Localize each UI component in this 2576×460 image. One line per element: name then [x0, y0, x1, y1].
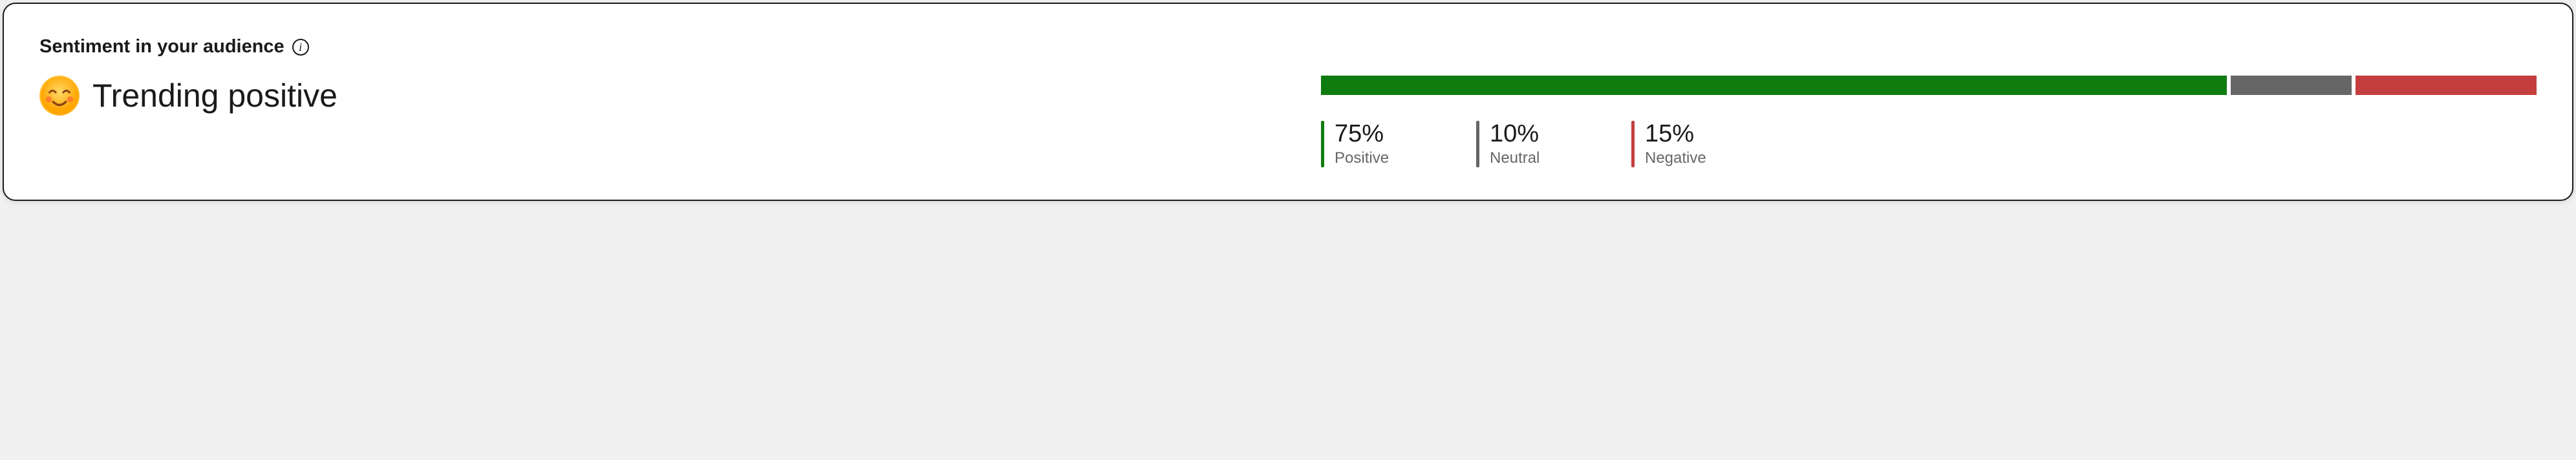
sentiment-card: Sentiment in your audience: [3, 3, 2573, 201]
legend-label-negative: Negative: [1645, 149, 1706, 167]
trend-summary: Trending positive: [39, 76, 338, 116]
bar-segment-positive: [1321, 76, 2227, 95]
bar-segment-neutral: [2231, 76, 2352, 95]
legend-bar-neutral: [1476, 121, 1479, 167]
legend-item-positive: 75% Positive: [1321, 121, 1431, 167]
legend-label-positive: Positive: [1335, 149, 1389, 167]
bar-segment-negative: [2356, 76, 2537, 95]
trend-text: Trending positive: [92, 77, 338, 114]
legend-label-neutral: Neutral: [1490, 149, 1540, 167]
legend-value-positive: 75%: [1335, 121, 1389, 148]
info-icon[interactable]: [292, 39, 309, 56]
sentiment-legend: 75% Positive 10% Neutral 15% Negative: [1321, 121, 2537, 167]
card-header: Sentiment in your audience: [39, 36, 2537, 58]
sentiment-bar: [1321, 76, 2537, 95]
card-title: Sentiment in your audience: [39, 36, 284, 58]
legend-value-neutral: 10%: [1490, 121, 1540, 148]
sentiment-breakdown: 75% Positive 10% Neutral 15% Negative: [1321, 76, 2537, 167]
smiling-face-icon: [39, 76, 80, 116]
card-content: Trending positive 75% Positive: [39, 76, 2537, 167]
legend-item-neutral: 10% Neutral: [1476, 121, 1586, 167]
legend-value-negative: 15%: [1645, 121, 1706, 148]
legend-content-neutral: 10% Neutral: [1490, 121, 1540, 167]
legend-content-negative: 15% Negative: [1645, 121, 1706, 167]
legend-item-negative: 15% Negative: [1631, 121, 1741, 167]
legend-bar-negative: [1631, 121, 1635, 167]
legend-content-positive: 75% Positive: [1335, 121, 1389, 167]
legend-bar-positive: [1321, 121, 1324, 167]
